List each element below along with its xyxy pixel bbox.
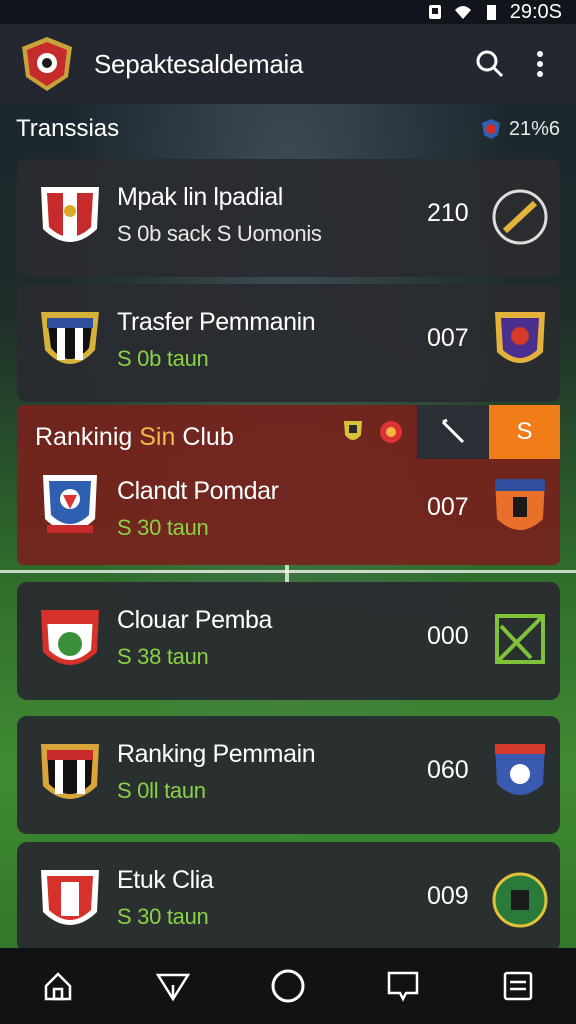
mini-badge-icon [344,421,362,440]
section-meta-value: 21%6 [508,117,560,140]
highlight-heading-accent: Sin [139,423,176,451]
nav-home-button[interactable] [34,962,82,1010]
list-item[interactable]: Trasfer Pemmanin S 0b taun 007 [17,284,560,402]
highlight-badges [342,419,404,445]
status-time: 29:0S [509,0,562,23]
club-badge-icon [492,872,548,928]
mini-badge-icon [380,421,402,443]
highlight-heading-club: Club [182,423,234,451]
bottom-navigation [0,948,576,1024]
list-item[interactable]: Mpak lin lpadial S 0b sack S Uomonis 210 [17,159,560,277]
card-name: Clouar Pemba [117,606,273,634]
send-icon [155,973,190,1002]
club-crest-icon [41,610,99,665]
list-item[interactable]: Ranking Pemmain S 0ll taun 060 [17,716,560,834]
card-name: Etuk Clia [117,866,214,894]
section-meta: 21%6 [479,117,560,141]
card-score: 009 [427,882,469,910]
more-vert-icon [537,51,543,77]
section-header: Transsias 21%6 [16,112,560,146]
club-badge-icon [495,312,545,363]
circle-icon [271,969,305,1003]
card-score: 210 [427,199,469,227]
highlight-heading: Rankinig Sin Club [35,423,234,452]
highlight-heading-lead: Rankinig [35,423,133,451]
card-name: Trasfer Pemmanin [117,308,316,336]
club-crest-icon [41,187,99,242]
nav-circle-button[interactable] [264,962,312,1010]
pencil-icon [441,418,465,444]
card-name: Ranking Pemmain [117,740,316,768]
ball-badge-icon [492,189,548,245]
nav-list-button[interactable] [494,962,542,1010]
list-item[interactable]: Clouar Pemba S 38 taun 000 [17,582,560,700]
club-badge-icon [495,479,545,530]
notification-icon [428,5,441,19]
card-name: Clandt Pomdar [117,477,279,505]
card-score: 007 [427,493,469,521]
app-title: Sepaktesaldemaia [94,48,304,79]
edit-tab[interactable] [417,405,489,459]
message-icon [387,971,419,1002]
search-button[interactable] [470,44,510,84]
list-item[interactable]: Etuk Clia S 30 taun 009 [17,842,560,952]
card-subtitle: S 0ll taun [117,778,206,803]
card-score: 007 [427,324,469,352]
more-options-button[interactable] [520,44,560,84]
club-crest-icon [41,870,99,925]
club-badge-icon [495,744,545,795]
check-badge-icon [495,614,545,664]
card-subtitle: S 30 taun [117,515,209,540]
nav-send-button[interactable] [149,962,197,1010]
club-badge-icon [481,119,500,139]
card-subtitle: S 0b taun [117,346,209,371]
card-subtitle: S 38 taun [117,644,209,669]
club-crest-icon [41,744,99,799]
app-bar: Sepaktesaldemaia [0,24,576,104]
nav-message-button[interactable] [379,962,427,1010]
status-bar: 29:0S [0,0,576,24]
wifi-icon [454,6,471,19]
club-crest-icon [41,312,99,364]
list-icon [504,971,533,1001]
action-tab[interactable]: S [489,405,560,459]
home-icon [44,972,71,1001]
card-name: Mpak lin lpadial [117,183,283,211]
card-score: 060 [427,756,469,784]
card-subtitle: S 0b sack S Uomonis [117,221,322,246]
app-logo [22,37,72,91]
card-subtitle: S 30 taun [117,904,209,929]
search-icon [476,50,504,78]
club-crest-icon [43,475,97,533]
highlighted-list-item[interactable]: Rankinig Sin Club S Clandt Pomdar S 30 t… [17,405,560,565]
battery-icon [486,5,496,20]
section-title: Transsias [16,115,120,142]
card-score: 000 [427,622,469,650]
